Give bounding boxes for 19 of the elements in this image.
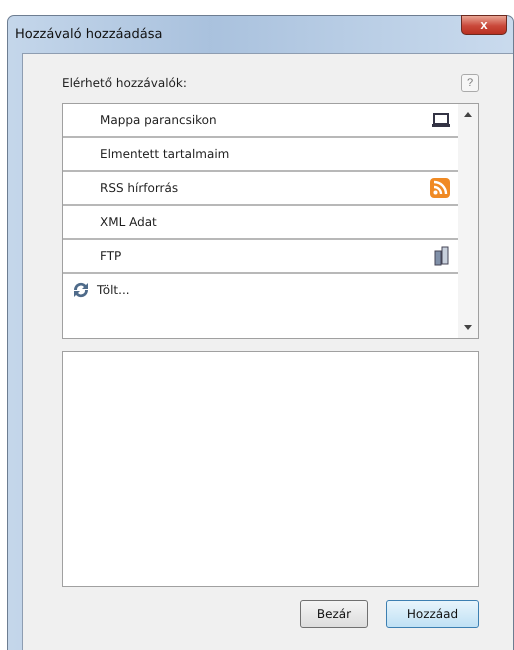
list-item[interactable]: XML Adat	[63, 206, 458, 240]
list-item[interactable]: Mappa parancsikon	[63, 104, 458, 138]
window-title: Hozzávaló hozzáadása	[15, 27, 162, 42]
close-button[interactable]: x	[461, 15, 507, 35]
list-item[interactable]: Elmentett tartalmaim	[63, 138, 458, 172]
add-button[interactable]: Hozzáad	[386, 600, 479, 628]
scroll-down-icon[interactable]	[464, 325, 472, 330]
scroll-up-icon[interactable]	[464, 112, 472, 117]
list-item[interactable]: FTP	[63, 240, 458, 274]
scrollbar[interactable]	[458, 104, 478, 338]
server-icon	[434, 246, 450, 266]
list-item[interactable]: RSS hírforrás	[63, 172, 458, 206]
loading-text: Tölt...	[97, 283, 130, 297]
close-dialog-button[interactable]: Bezár	[300, 600, 368, 628]
list-label: Elérhető hozzávalók:	[62, 76, 187, 90]
help-button[interactable]: ?	[461, 74, 479, 92]
laptop-icon	[432, 113, 450, 127]
refresh-icon	[71, 281, 91, 299]
rss-icon	[430, 178, 450, 198]
